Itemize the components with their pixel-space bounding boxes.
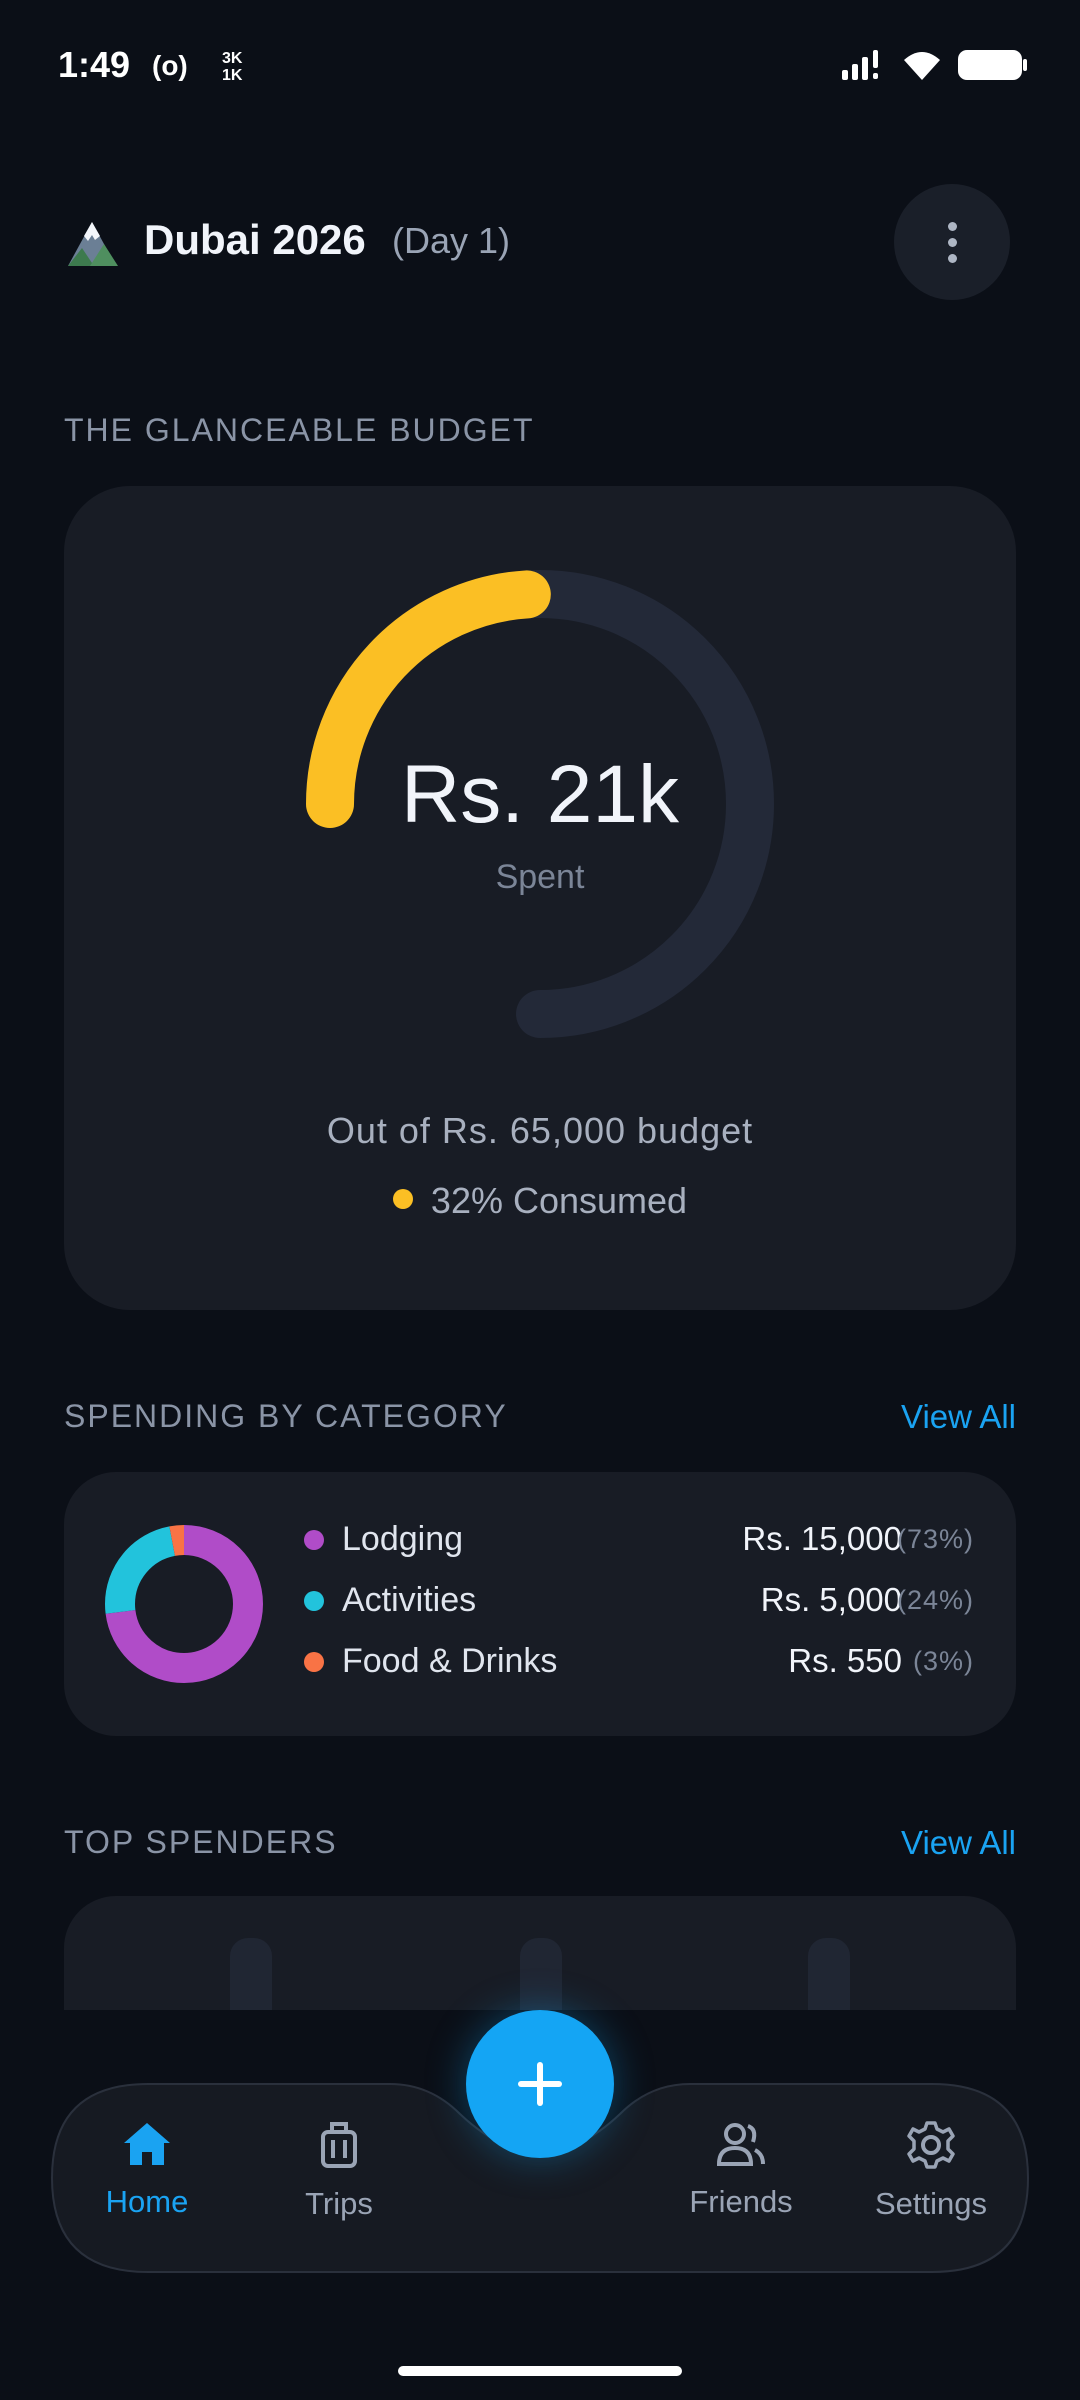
- budget-total: Out of Rs. 65,000 budget: [326, 1110, 754, 1151]
- category-row[interactable]: Activities Rs. 5,000 (24%): [304, 1571, 974, 1632]
- nav-trips-label: Trips: [305, 2186, 373, 2221]
- consumed-dot: [392, 1189, 413, 1209]
- spender-bar: [808, 1938, 850, 2010]
- category-row[interactable]: Food & Drinks Rs. 550 (3%): [304, 1632, 974, 1693]
- users-icon: [716, 2123, 765, 2166]
- category-color-dot: [304, 1591, 324, 1611]
- battery-icon: [958, 50, 1027, 80]
- category-color-dot: [304, 1530, 324, 1550]
- category-amount: Rs. 15,000: [742, 1520, 902, 1557]
- spenders-view-all-link[interactable]: View All: [901, 1824, 1016, 1862]
- signal-icon: [842, 50, 878, 80]
- spenders-section-label: TOP SPENDERS: [64, 1824, 338, 1860]
- category-percent: (3%): [912, 1646, 974, 1676]
- category-amount: Rs. 550: [788, 1642, 902, 1679]
- nav-trips[interactable]: Trips: [264, 2120, 414, 2222]
- top-spenders-card[interactable]: [64, 1896, 1016, 2010]
- nav-home-label: Home: [105, 2184, 189, 2219]
- plus-icon: [518, 2062, 562, 2106]
- home-indicator: [398, 2366, 682, 2376]
- category-percent: (24%): [896, 1585, 974, 1615]
- category-color-dot: [304, 1652, 324, 1672]
- more-options-button[interactable]: [894, 184, 1010, 300]
- category-donut-chart: [105, 1525, 263, 1683]
- trip-title: Dubai 2026: [144, 216, 366, 263]
- budget-card[interactable]: Rs. 21k Spent Out of Rs. 65,000 budget 3…: [64, 486, 1016, 1310]
- luggage-icon: [321, 2122, 357, 2168]
- status-icons: [842, 48, 1028, 82]
- add-expense-button[interactable]: [466, 2010, 614, 2158]
- nav-settings[interactable]: Settings: [856, 2120, 1006, 2222]
- nav-home[interactable]: Home: [72, 2120, 222, 2220]
- nav-friends[interactable]: Friends: [666, 2120, 816, 2220]
- radio-icon: (o): [152, 50, 188, 81]
- category-row[interactable]: Lodging Rs. 15,000 (73%): [304, 1510, 974, 1571]
- spent-label: Spent: [495, 858, 585, 896]
- wifi-icon: [904, 52, 940, 80]
- category-percent: (73%): [896, 1524, 974, 1554]
- category-section-label: SPENDING BY CATEGORY: [64, 1398, 508, 1434]
- gear-icon: [907, 2121, 955, 2169]
- nav-settings-label: Settings: [874, 2186, 987, 2221]
- status-bar: 1:49 (o) 3K 1K: [0, 0, 1080, 140]
- network-speed: 3K 1K: [222, 50, 243, 84]
- category-list: Lodging Rs. 15,000 (73%) Activities Rs. 5,00…: [304, 1510, 974, 1693]
- category-name: Food & Drinks: [342, 1642, 558, 1680]
- home-icon: [124, 2123, 170, 2165]
- more-vertical-icon: [947, 221, 957, 263]
- trip-header: Dubai 2026 (Day 1): [64, 180, 1016, 300]
- spender-bar: [520, 1938, 562, 2010]
- categories-view-all-link[interactable]: View All: [901, 1398, 1016, 1436]
- spent-amount: Rs. 21k: [401, 749, 679, 840]
- status-time: 1:49: [58, 44, 131, 85]
- spender-bar: [230, 1938, 272, 2010]
- category-card[interactable]: Lodging Rs. 15,000 (73%) Activities Rs. 5,00…: [64, 1472, 1016, 1736]
- trip-day: (Day 1): [392, 220, 511, 261]
- category-name: Activities: [342, 1581, 477, 1619]
- consumed-text: 32% Consumed: [430, 1180, 688, 1221]
- nav-friends-label: Friends: [689, 2184, 793, 2219]
- budget-section-label: THE GLANCEABLE BUDGET: [64, 412, 535, 448]
- category-amount: Rs. 5,000: [760, 1581, 902, 1618]
- mountain-icon: [68, 222, 118, 266]
- consumed-status: 32% Consumed: [64, 1180, 1016, 1222]
- category-name: Lodging: [342, 1520, 464, 1558]
